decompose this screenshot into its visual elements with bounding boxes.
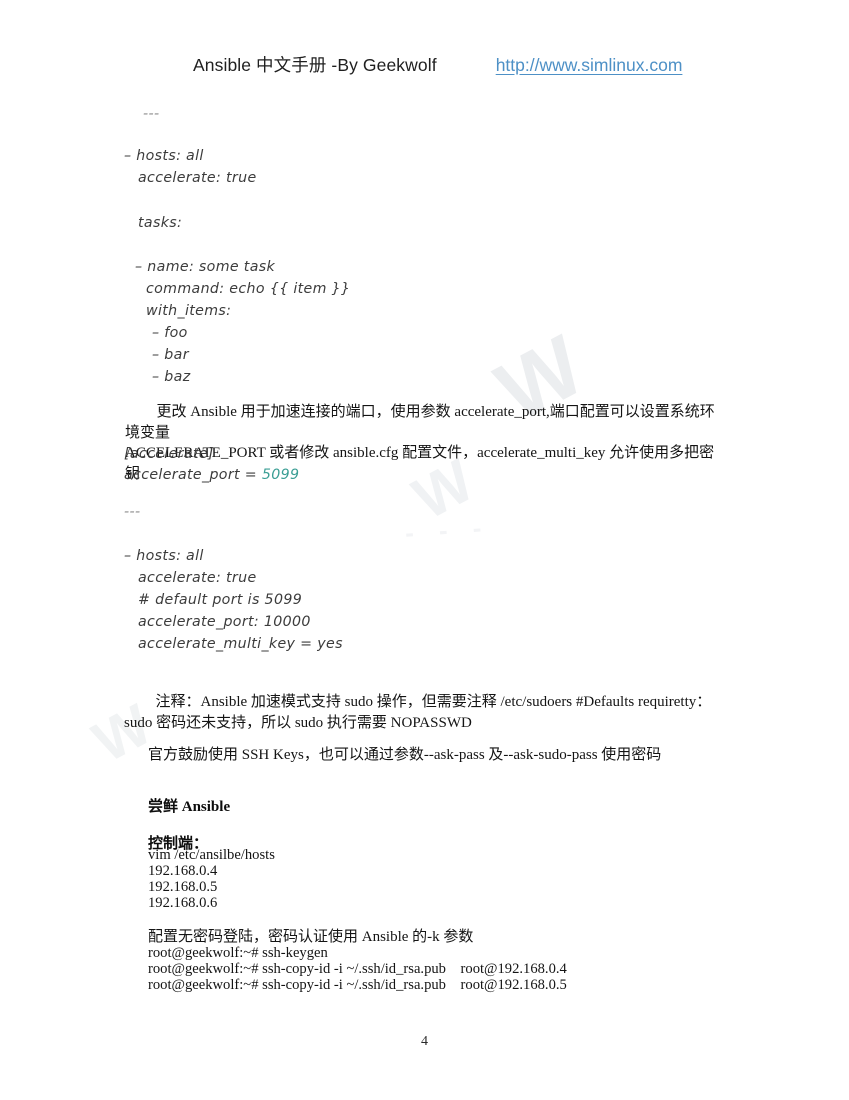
host-entry-2: 192.168.0.5	[148, 879, 218, 895]
code2-accelerate-port: accelerate_port: 10000	[138, 614, 311, 630]
code1-item-bar: – bar	[152, 347, 189, 363]
code1-accelerate: accelerate: true	[138, 170, 257, 186]
code1-item-foo: – foo	[152, 325, 188, 341]
code2-comment: # default port is 5099	[138, 592, 303, 608]
host-entry-3: 192.168.0.6	[148, 895, 218, 911]
accelerate-port-line-1: 更改 Ansible 用于加速连接的端口，使用参数 accelerate_por…	[125, 404, 715, 441]
code2-accelerate: accelerate: true	[138, 570, 257, 586]
code2-dashes: ---	[124, 504, 141, 520]
code1-tasks: tasks:	[138, 215, 183, 231]
command-ssh-copy-id-1: root@geekwolf:~# ssh-copy-id -i ~/.ssh/i…	[148, 961, 567, 977]
note-line-1: 注释：Ansible 加速模式支持 sudo 操作，但需要注释 /etc/sud…	[155, 694, 712, 710]
config-accelerate-port-key: accelerate_port =	[124, 467, 262, 483]
config-accelerate-port-line: accelerate_port = 5099	[124, 464, 299, 486]
document-page: W W - - - W Ansible 中文手册 -By Geekwolf ht…	[0, 0, 849, 1100]
host-entry-1: 192.168.0.4	[148, 863, 218, 879]
note-paragraph: 注释：Ansible 加速模式支持 sudo 操作，但需要注释 /etc/sud…	[124, 692, 734, 733]
note-line-2: sudo 密码还未支持，所以 sudo 执行需要 NOPASSWD	[124, 714, 472, 731]
command-ssh-keygen: root@geekwolf:~# ssh-keygen	[148, 945, 328, 961]
code1-name: – name: some task	[135, 259, 276, 275]
page-number: 4	[421, 1034, 428, 1049]
header-title: Ansible 中文手册 -By Geekwolf	[193, 55, 437, 75]
section-heading-taste-ansible: 尝鲜 Ansible	[148, 799, 231, 815]
code1-dashes: ---	[143, 106, 160, 122]
config-section-header: [accelerate]	[124, 446, 214, 462]
page-header: Ansible 中文手册 -By Geekwolf http://www.sim…	[0, 52, 849, 77]
command-vim-hosts: vim /etc/ansilbe/hosts	[148, 847, 275, 863]
code1-with-items: with_items:	[146, 303, 232, 319]
code1-hosts: – hosts: all	[124, 148, 204, 164]
code1-command: command: echo {{ item }}	[146, 281, 351, 297]
code2-accelerate-multi-key: accelerate_multi_key = yes	[138, 636, 343, 652]
note-ssh-keys-line: 官方鼓励使用 SSH Keys，也可以通过参数--ask-pass 及--ask…	[148, 747, 662, 763]
code1-item-baz: – baz	[152, 369, 191, 385]
header-site-link[interactable]: http://www.simlinux.com	[496, 55, 683, 76]
code2-hosts: – hosts: all	[124, 548, 204, 564]
page-content: --- – hosts: all accelerate: true tasks:…	[0, 0, 849, 1100]
command-ssh-copy-id-2: root@geekwolf:~# ssh-copy-id -i ~/.ssh/i…	[148, 977, 567, 993]
config-accelerate-port-value: 5099	[261, 467, 300, 483]
